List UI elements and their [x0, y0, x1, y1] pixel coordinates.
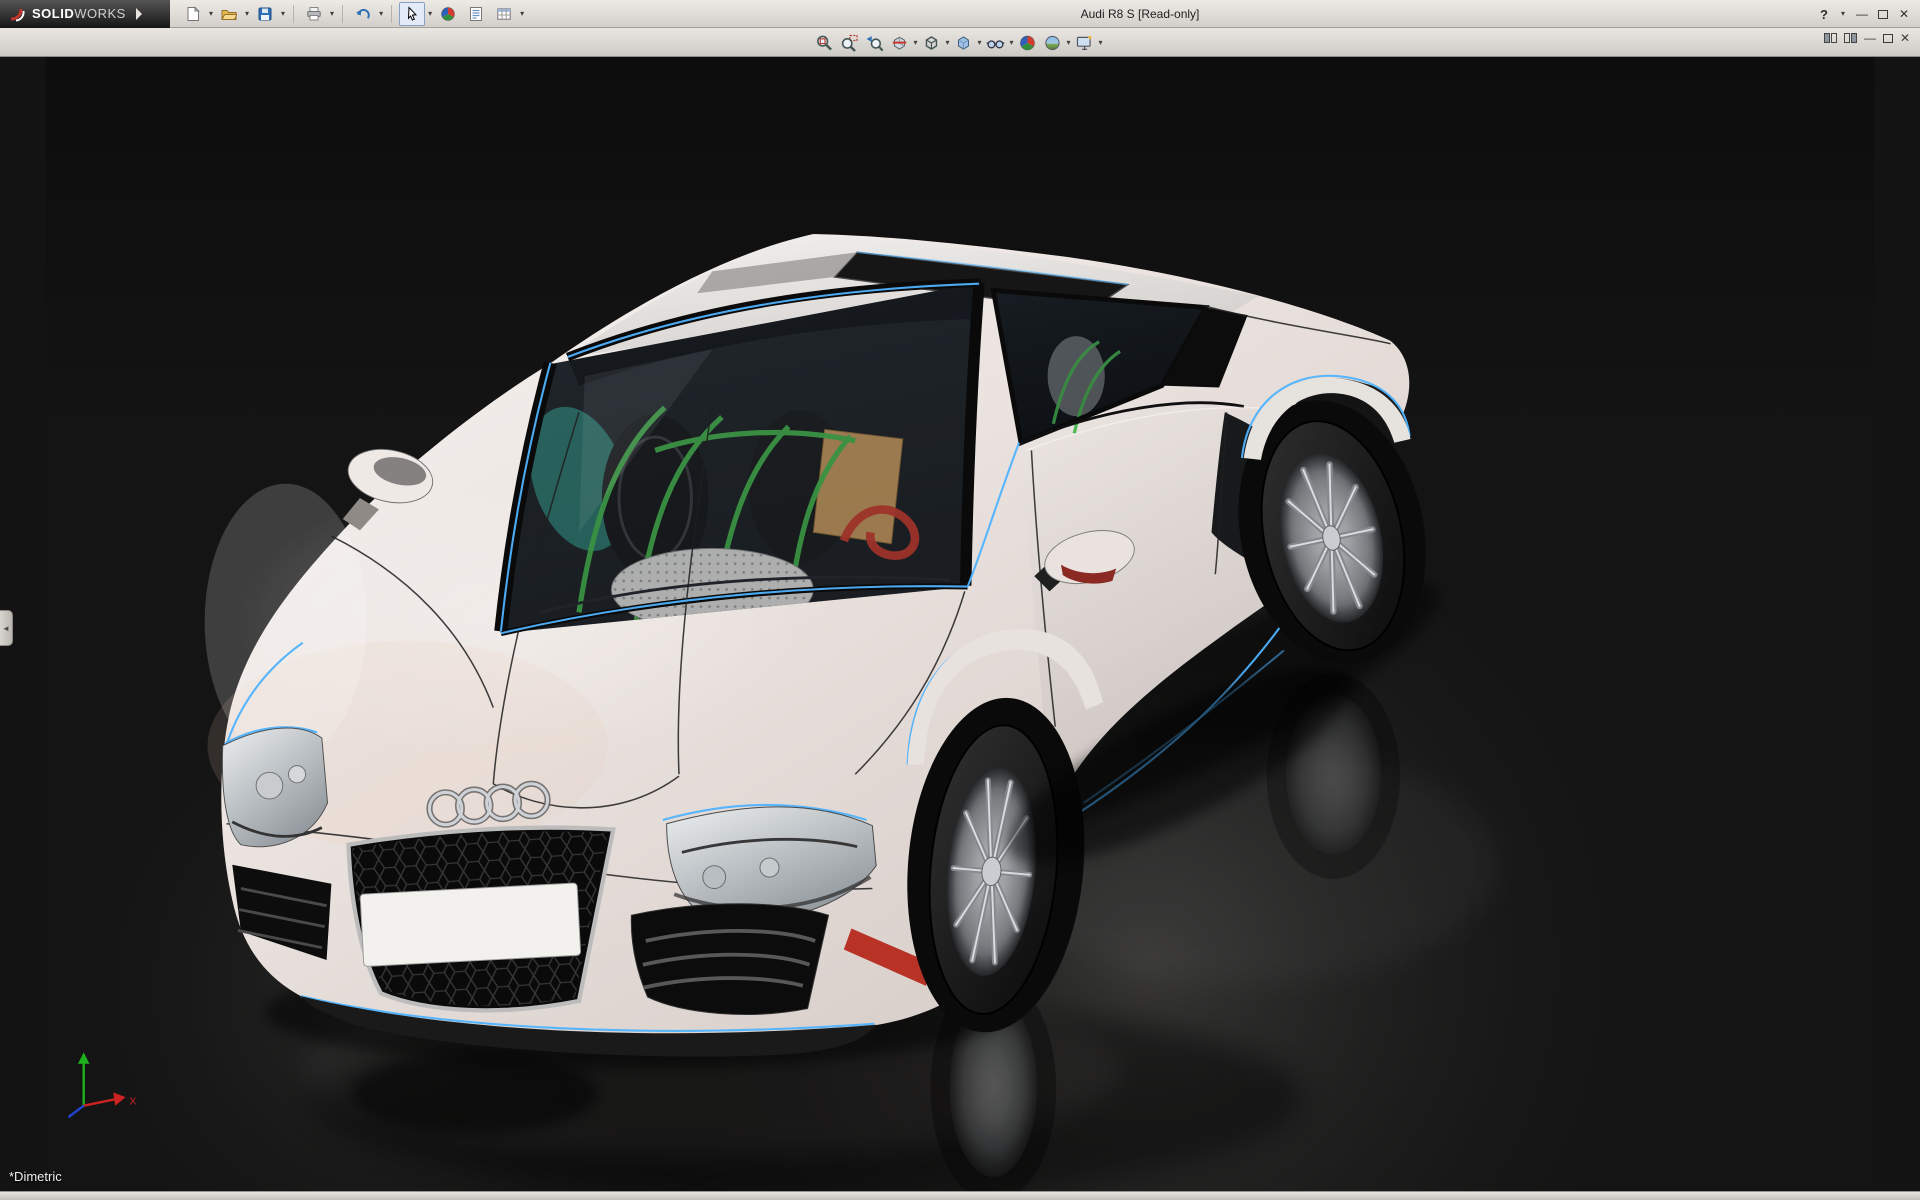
apply-scene-icon: [1044, 34, 1062, 52]
sheet-icon: [468, 6, 484, 22]
previous-view-icon: [865, 34, 883, 52]
display-style-icon: [954, 34, 972, 52]
undo-dropdown-caret[interactable]: ▾: [379, 10, 383, 18]
appearance-ball-icon: [440, 6, 456, 22]
brand-text: SOLIDWORKS: [32, 6, 126, 21]
doc-minimize-button[interactable]: —: [1864, 31, 1876, 45]
logo-flyout-arrow-icon[interactable]: [136, 8, 142, 20]
hide-show-items-icon: [987, 34, 1005, 52]
sheet-button[interactable]: [463, 2, 489, 26]
zoom-to-fit-button[interactable]: [812, 30, 836, 55]
doc-close-button[interactable]: ✕: [1900, 31, 1910, 45]
standard-toolbar: ▾ ▾ ▾: [170, 2, 525, 26]
undo-icon: [355, 6, 371, 22]
task-pane-collapse-tab[interactable]: ◄: [0, 610, 13, 646]
open-button[interactable]: [216, 2, 242, 26]
doc-pane-left-button[interactable]: [1824, 33, 1837, 43]
print-icon: [306, 6, 322, 22]
zoom-to-area-icon: [840, 34, 858, 52]
print-dropdown-caret[interactable]: ▾: [330, 10, 334, 18]
section-view-caret[interactable]: ▾: [913, 39, 917, 47]
app-close-button[interactable]: ✕: [1894, 7, 1914, 21]
3d-scene[interactable]: X: [0, 57, 1920, 1200]
display-style-button[interactable]: [951, 30, 975, 55]
solidworks-window: SOLIDWORKS ▾ ▾: [0, 0, 1920, 1200]
save-icon: [257, 6, 273, 22]
document-window-controls: — ✕: [1824, 31, 1910, 45]
save-dropdown-caret[interactable]: ▾: [281, 10, 285, 18]
dassault-3ds-icon: [8, 6, 26, 22]
graphics-area[interactable]: X ◄ *Dimetric: [0, 57, 1920, 1200]
edit-appearance-button[interactable]: [1016, 30, 1040, 55]
apply-scene-caret[interactable]: ▾: [1067, 39, 1071, 47]
view-orientation-caret[interactable]: ▾: [945, 39, 949, 47]
window-title: Audi R8 S [Read-only]: [1081, 7, 1200, 21]
new-button[interactable]: [180, 2, 206, 26]
doc-restore-button[interactable]: [1883, 34, 1893, 43]
open-icon: [221, 6, 237, 22]
edit-appearance-icon: [1019, 34, 1037, 52]
appearance-button[interactable]: [435, 2, 461, 26]
toolbar-separator: [342, 5, 343, 23]
save-button[interactable]: [252, 2, 278, 26]
right-intake: [631, 904, 828, 1015]
view-orientation-button[interactable]: [919, 30, 943, 55]
table-icon: [496, 6, 512, 22]
section-view-button[interactable]: [887, 30, 911, 55]
help-dropdown-caret[interactable]: ▾: [1841, 10, 1845, 18]
toolbar-separator: [391, 5, 392, 23]
license-plate-blank: [360, 883, 581, 967]
headsup-view-toolbar: ▾ ▾ ▾ ▾: [812, 28, 1103, 57]
solidworks-logo: SOLIDWORKS: [0, 0, 170, 28]
app-minimize-button[interactable]: —: [1852, 7, 1872, 21]
fender-highlight: [205, 484, 367, 760]
hide-show-items-button[interactable]: [984, 30, 1008, 55]
headsup-toolbar-bar: ▾ ▾ ▾ ▾: [0, 28, 1920, 57]
zoom-to-fit-icon: [815, 34, 833, 52]
view-settings-button[interactable]: [1073, 30, 1097, 55]
table-button[interactable]: [491, 2, 517, 26]
apply-scene-button[interactable]: [1041, 30, 1065, 55]
app-restore-button[interactable]: [1878, 10, 1888, 19]
select-button[interactable]: [399, 2, 425, 26]
undo-button[interactable]: [350, 2, 376, 26]
titlebar-window-controls: ? ▾ — ✕: [1814, 0, 1914, 28]
titlebar: SOLIDWORKS ▾ ▾: [0, 0, 1920, 28]
view-settings-caret[interactable]: ▾: [1099, 39, 1103, 47]
zoom-to-area-button[interactable]: [837, 30, 861, 55]
select-dropdown-caret[interactable]: ▾: [428, 10, 432, 18]
triad-x-label: X: [129, 1097, 136, 1108]
doc-pane-right-button[interactable]: [1844, 33, 1857, 43]
help-button[interactable]: ?: [1814, 7, 1834, 22]
view-orientation-label: *Dimetric: [9, 1169, 62, 1184]
hide-show-items-caret[interactable]: ▾: [1010, 39, 1014, 47]
new-dropdown-caret[interactable]: ▾: [209, 10, 213, 18]
display-style-caret[interactable]: ▾: [977, 39, 981, 47]
view-orientation-icon: [922, 34, 940, 52]
table-dropdown-caret[interactable]: ▾: [520, 10, 524, 18]
previous-view-button[interactable]: [862, 30, 886, 55]
new-icon: [185, 6, 201, 22]
print-button[interactable]: [301, 2, 327, 26]
open-dropdown-caret[interactable]: ▾: [245, 10, 249, 18]
status-bar-strip: [0, 1191, 1920, 1200]
section-view-icon: [890, 34, 908, 52]
toolbar-separator: [293, 5, 294, 23]
select-cursor-icon: [404, 6, 420, 22]
view-settings-icon: [1076, 34, 1094, 52]
